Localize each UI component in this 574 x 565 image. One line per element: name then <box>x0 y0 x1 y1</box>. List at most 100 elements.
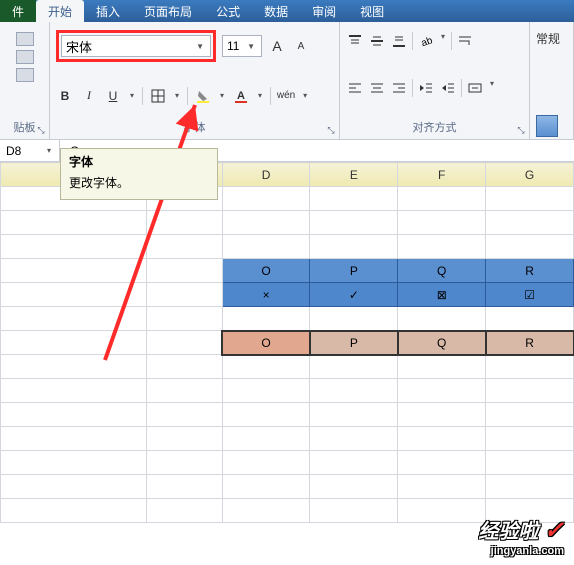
table-row <box>1 427 574 451</box>
cell[interactable]: R <box>486 331 574 355</box>
tab-view[interactable]: 视图 <box>348 0 396 22</box>
shrink-font-button[interactable]: A <box>292 37 310 55</box>
svg-text:ab: ab <box>420 35 433 48</box>
font-color-button[interactable]: A <box>232 87 250 105</box>
cell[interactable]: Q <box>398 259 486 283</box>
paste-icon[interactable] <box>16 68 34 82</box>
font-size-combo[interactable]: 11 ▼ <box>222 35 262 57</box>
font-group-label: 字体 <box>56 119 333 137</box>
clipboard-expand-icon[interactable]: ⤡ <box>35 125 47 137</box>
col-header[interactable]: G <box>486 163 574 187</box>
table-row <box>1 211 574 235</box>
orientation-button[interactable]: ab <box>417 32 435 50</box>
phonetic-button[interactable]: wén <box>277 87 295 105</box>
watermark-url: jingyanla.com <box>478 545 564 557</box>
cell[interactable]: ⊠ <box>398 283 486 307</box>
number-format-label: 常规 <box>536 30 567 47</box>
separator <box>187 87 188 105</box>
chevron-down-icon[interactable]: ▾ <box>45 146 53 155</box>
font-expand-icon[interactable]: ⤡ <box>325 125 337 137</box>
indent-increase-button[interactable] <box>439 79 457 97</box>
check-icon: ✓ <box>544 517 564 544</box>
cell[interactable]: Q <box>398 331 486 355</box>
chevron-down-icon[interactable]: ▾ <box>488 79 496 97</box>
align-expand-icon[interactable]: ⤡ <box>515 125 527 137</box>
chevron-down-icon[interactable]: ▾ <box>439 32 447 50</box>
table-row <box>1 355 574 379</box>
chevron-down-icon[interactable]: ▾ <box>256 91 264 100</box>
table-row <box>1 307 574 331</box>
cell[interactable]: ✓ <box>310 283 398 307</box>
copy-icon[interactable] <box>16 50 34 64</box>
table-row <box>1 403 574 427</box>
svg-text:A: A <box>237 90 245 102</box>
ribbon: 贴板 ⤡ 宋体 ▼ 11 ▼ A A B I U ▾ <box>0 22 574 140</box>
table-row: O P Q R <box>1 259 574 283</box>
chevron-down-icon[interactable]: ▾ <box>128 91 136 100</box>
chevron-down-icon[interactable]: ▾ <box>301 91 309 100</box>
bold-button[interactable]: B <box>56 87 74 105</box>
align-bottom-button[interactable] <box>390 32 408 50</box>
cut-icon[interactable] <box>16 32 34 46</box>
indent-decrease-button[interactable] <box>417 79 435 97</box>
tab-insert[interactable]: 插入 <box>84 0 132 22</box>
tab-home[interactable]: 开始 <box>36 0 84 22</box>
font-name-highlight: 宋体 ▼ <box>56 30 216 62</box>
cell[interactable]: O <box>222 259 310 283</box>
fill-color-button[interactable] <box>194 87 212 105</box>
col-header[interactable]: D <box>222 163 310 187</box>
align-top-button[interactable] <box>346 32 364 50</box>
font-group: 宋体 ▼ 11 ▼ A A B I U ▾ ▾ ▾ <box>50 22 340 139</box>
separator <box>412 79 413 97</box>
chevron-down-icon[interactable]: ▼ <box>245 42 257 51</box>
font-tooltip: 字体 更改字体。 <box>60 148 218 200</box>
tab-file[interactable]: 件 <box>0 0 36 22</box>
separator <box>142 87 143 105</box>
name-box[interactable]: D8 ▾ <box>0 140 60 161</box>
col-header[interactable]: F <box>398 163 486 187</box>
table-row <box>1 379 574 403</box>
cell[interactable]: × <box>222 283 310 307</box>
active-cell[interactable]: O <box>222 331 310 355</box>
separator <box>461 79 462 97</box>
table-row <box>1 451 574 475</box>
merge-button[interactable] <box>466 79 484 97</box>
align-middle-button[interactable] <box>368 32 386 50</box>
align-right-button[interactable] <box>390 79 408 97</box>
cell[interactable]: P <box>310 331 398 355</box>
tab-layout[interactable]: 页面布局 <box>132 0 204 22</box>
table-row <box>1 235 574 259</box>
align-center-button[interactable] <box>368 79 386 97</box>
tab-data[interactable]: 数据 <box>252 0 300 22</box>
spreadsheet-grid: A D E F G O P Q R × ✓ ⊠ ☑ O P Q R <box>0 162 574 562</box>
wrap-text-button[interactable] <box>456 32 474 50</box>
align-left-button[interactable] <box>346 79 364 97</box>
cell[interactable]: ☑ <box>486 283 574 307</box>
align-group-label: 对齐方式 <box>346 119 523 137</box>
chevron-down-icon[interactable]: ▾ <box>173 91 181 100</box>
chevron-down-icon[interactable]: ▼ <box>194 42 206 51</box>
tooltip-body: 更改字体。 <box>69 174 209 191</box>
tab-review[interactable]: 审阅 <box>300 0 348 22</box>
underline-button[interactable]: U <box>104 87 122 105</box>
separator <box>270 87 271 105</box>
grow-font-button[interactable]: A <box>268 37 286 55</box>
watermark-text: 经验啦 <box>478 521 538 543</box>
border-button[interactable] <box>149 87 167 105</box>
separator <box>412 32 413 50</box>
table-row-selected: O P Q R <box>1 331 574 355</box>
cell[interactable]: R <box>486 259 574 283</box>
tab-formula[interactable]: 公式 <box>204 0 252 22</box>
tooltip-title: 字体 <box>69 153 209 170</box>
number-group: 常规 <box>530 22 574 139</box>
chevron-down-icon[interactable]: ▾ <box>218 91 226 100</box>
number-format-button[interactable] <box>536 115 558 137</box>
col-header[interactable]: E <box>310 163 398 187</box>
name-box-value: D8 <box>6 144 21 158</box>
separator <box>451 32 452 50</box>
sheet-table[interactable]: A D E F G O P Q R × ✓ ⊠ ☑ O P Q R <box>0 162 574 523</box>
cell[interactable]: P <box>310 259 398 283</box>
table-row: × ✓ ⊠ ☑ <box>1 283 574 307</box>
italic-button[interactable]: I <box>80 87 98 105</box>
font-name-combo[interactable]: 宋体 ▼ <box>61 35 211 57</box>
